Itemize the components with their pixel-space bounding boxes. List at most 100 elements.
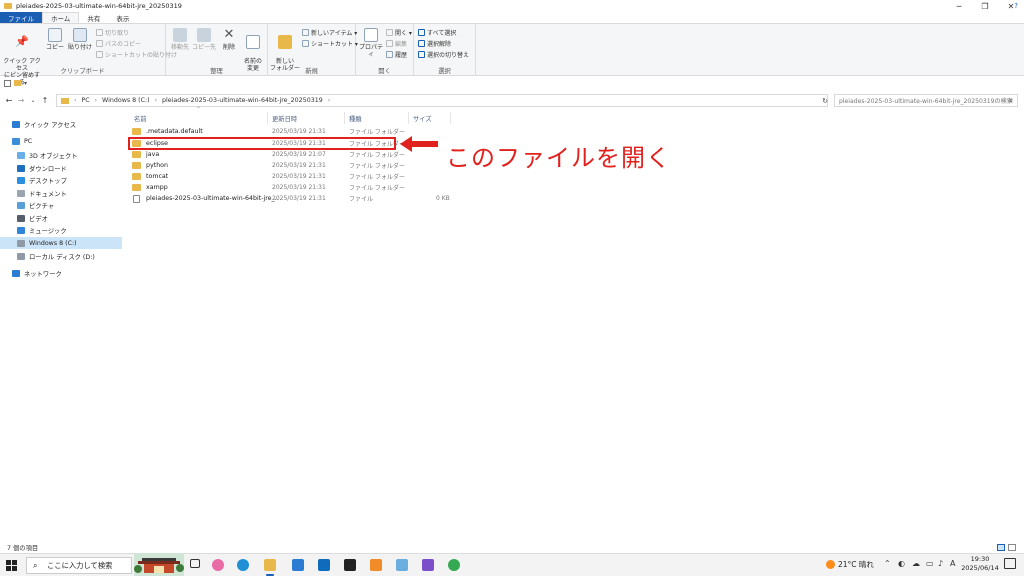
tab-file[interactable]: ファイル <box>0 12 42 23</box>
nav-item-music[interactable]: ミュージック <box>0 224 122 236</box>
move-to-button[interactable]: 移動先 <box>168 28 192 51</box>
start-button[interactable] <box>6 560 17 571</box>
task-view-icon[interactable] <box>190 559 200 568</box>
nav-item-drive-c[interactable]: Windows 8 (C:) <box>0 237 122 249</box>
ribbon-tabs: ファイル ホーム 共有 表示 <box>0 12 1024 24</box>
weather-widget[interactable]: 21°C 晴れ <box>826 559 874 570</box>
tray-cloud-icon[interactable]: ☁ <box>912 559 920 568</box>
terminal-icon[interactable] <box>344 559 356 571</box>
maximize-button[interactable]: ❐ <box>972 0 998 12</box>
breadcrumb-separator: › <box>154 97 157 104</box>
details-view-icon[interactable] <box>997 544 1005 551</box>
cube-icon <box>17 151 25 159</box>
recent-locations-button[interactable]: ⌄ <box>27 97 39 104</box>
desktop-icon <box>17 176 25 184</box>
file-row[interactable]: python 2025/03/19 21:31 ファイル フォルダー <box>130 160 460 171</box>
edge-icon[interactable] <box>237 559 249 571</box>
file-explorer-icon[interactable] <box>264 559 276 576</box>
open-button[interactable]: 開く ▾ <box>386 28 412 37</box>
file-name: tomcat <box>146 173 169 180</box>
close-button[interactable]: ✕ <box>998 0 1024 12</box>
help-icon[interactable]: ? <box>1014 2 1018 10</box>
copy-to-button[interactable]: コピー先 <box>192 28 216 51</box>
file-name: .metadata.default <box>146 128 203 135</box>
file-row[interactable]: pleiades-2025-03-ultimate-win-64bit-jre_… <box>130 193 460 204</box>
file-row[interactable]: tomcat 2025/03/19 21:31 ファイル フォルダー <box>130 171 460 182</box>
tab-view[interactable]: 表示 <box>108 12 137 23</box>
volume-icon[interactable]: ♪ <box>938 559 943 568</box>
status-bar: 7 個の項目 <box>0 542 1024 553</box>
select-none-button[interactable]: 選択解除 <box>418 39 451 48</box>
nav-item-pc[interactable]: PC <box>0 135 122 147</box>
network-icon[interactable]: ▭ <box>926 559 934 568</box>
nav-item-desktop[interactable]: デスクトップ <box>0 174 122 186</box>
breadcrumb-separator: › <box>94 97 98 104</box>
edit-button[interactable]: 編集 <box>386 39 407 48</box>
invert-selection-button[interactable]: 選択の切り替え <box>418 50 469 59</box>
nav-item-quick-access[interactable]: クイック アクセス <box>0 118 122 130</box>
copy-button[interactable]: コピー <box>42 28 68 51</box>
nav-item-3d-objects[interactable]: 3D オブジェクト <box>0 149 122 161</box>
delete-button[interactable]: ✕ 削除 <box>218 28 240 52</box>
column-header-name[interactable]: 名前 <box>130 112 268 124</box>
tab-home[interactable]: ホーム <box>42 12 80 23</box>
file-name: pleiades-2025-03-ultimate-win-64bit-jre_… <box>146 195 278 202</box>
tray-app-icon[interactable]: ◐ <box>898 559 905 568</box>
new-folder-qat-icon[interactable] <box>14 80 21 86</box>
ribbon-group-open: プロパティ 開く ▾ 編集 履歴 開く <box>356 24 414 76</box>
history-button[interactable]: 履歴 <box>386 50 407 59</box>
visual-studio-icon[interactable] <box>422 559 434 571</box>
cut-button[interactable]: 切り取り <box>96 28 129 37</box>
back-button[interactable]: ← <box>3 96 15 105</box>
nav-item-videos[interactable]: ビデオ <box>0 212 122 224</box>
breadcrumb-drive-c[interactable]: Windows 8 (C:) <box>102 97 150 104</box>
easy-access-shortcut-button[interactable]: ショートカット ▾ <box>302 39 358 48</box>
notification-icon[interactable] <box>1004 558 1016 569</box>
nav-item-downloads[interactable]: ダウンロード <box>0 162 122 174</box>
tray-chevron-icon[interactable]: ⌃ <box>884 559 891 568</box>
chrome-icon[interactable] <box>448 559 460 571</box>
navigation-pane: クイック アクセス PC 3D オブジェクト ダウンロード デスクトップ ドキュ… <box>0 112 124 542</box>
annotation-text: このファイルを開く <box>446 144 671 172</box>
invert-selection-icon <box>418 51 425 58</box>
file-row[interactable]: xampp 2025/03/19 21:31 ファイル フォルダー <box>130 182 460 193</box>
large-icons-view-icon[interactable] <box>1008 544 1016 551</box>
column-header-type[interactable]: 種類 <box>345 112 409 124</box>
file-type: ファイル フォルダー <box>349 163 405 170</box>
nav-item-network[interactable]: ネットワーク <box>0 267 122 279</box>
forward-button[interactable]: → <box>15 96 27 105</box>
nav-item-pictures[interactable]: ピクチャ <box>0 199 122 211</box>
breadcrumb-pc[interactable]: PC <box>81 97 89 104</box>
copilot-icon[interactable] <box>212 559 224 571</box>
breadcrumb-pleiades-folder[interactable]: pleiades-2025-03-ultimate-win-64bit-jre_… <box>162 97 323 104</box>
properties-qat-icon[interactable] <box>4 79 11 87</box>
store-icon[interactable] <box>292 559 304 571</box>
nav-item-documents[interactable]: ドキュメント <box>0 187 122 199</box>
properties-button[interactable]: プロパティ <box>358 28 384 58</box>
taskbar-search-input[interactable]: ⌕ ここに入力して検索 <box>26 557 132 574</box>
file-type: ファイル フォルダー <box>349 185 405 192</box>
tab-share[interactable]: 共有 <box>79 12 108 23</box>
outlook-icon[interactable] <box>318 559 330 571</box>
column-header-date[interactable]: 更新日時 <box>268 112 345 124</box>
select-all-button[interactable]: すべて選択 <box>418 28 456 37</box>
ime-icon[interactable]: A <box>950 559 955 568</box>
qat-dropdown[interactable]: ▾ <box>24 80 27 87</box>
select-all-icon <box>418 29 425 36</box>
new-item-button[interactable]: 新しいアイテム ▾ <box>302 28 357 37</box>
properties-icon <box>364 28 378 42</box>
paste-shortcut-button[interactable]: ショートカットの貼り付け <box>96 50 177 59</box>
breadcrumb-separator: › <box>74 97 77 104</box>
app-icon[interactable] <box>396 559 408 571</box>
column-header-size[interactable]: サイズ <box>409 112 451 124</box>
minimize-button[interactable]: ─ <box>946 0 972 12</box>
up-button[interactable]: ↑ <box>39 96 51 105</box>
copy-path-button[interactable]: パスのコピー <box>96 39 141 48</box>
pin-icon: 📌 <box>15 35 29 48</box>
new-item-icon <box>302 29 309 36</box>
taskbar-clock[interactable]: 19:30 2025/06/14 <box>960 555 1000 573</box>
paste-button[interactable]: 貼り付け <box>66 28 94 51</box>
folder-icon <box>132 128 141 135</box>
nav-item-drive-d[interactable]: ローカル ディスク (D:) <box>0 250 122 262</box>
media-icon[interactable] <box>370 559 382 571</box>
